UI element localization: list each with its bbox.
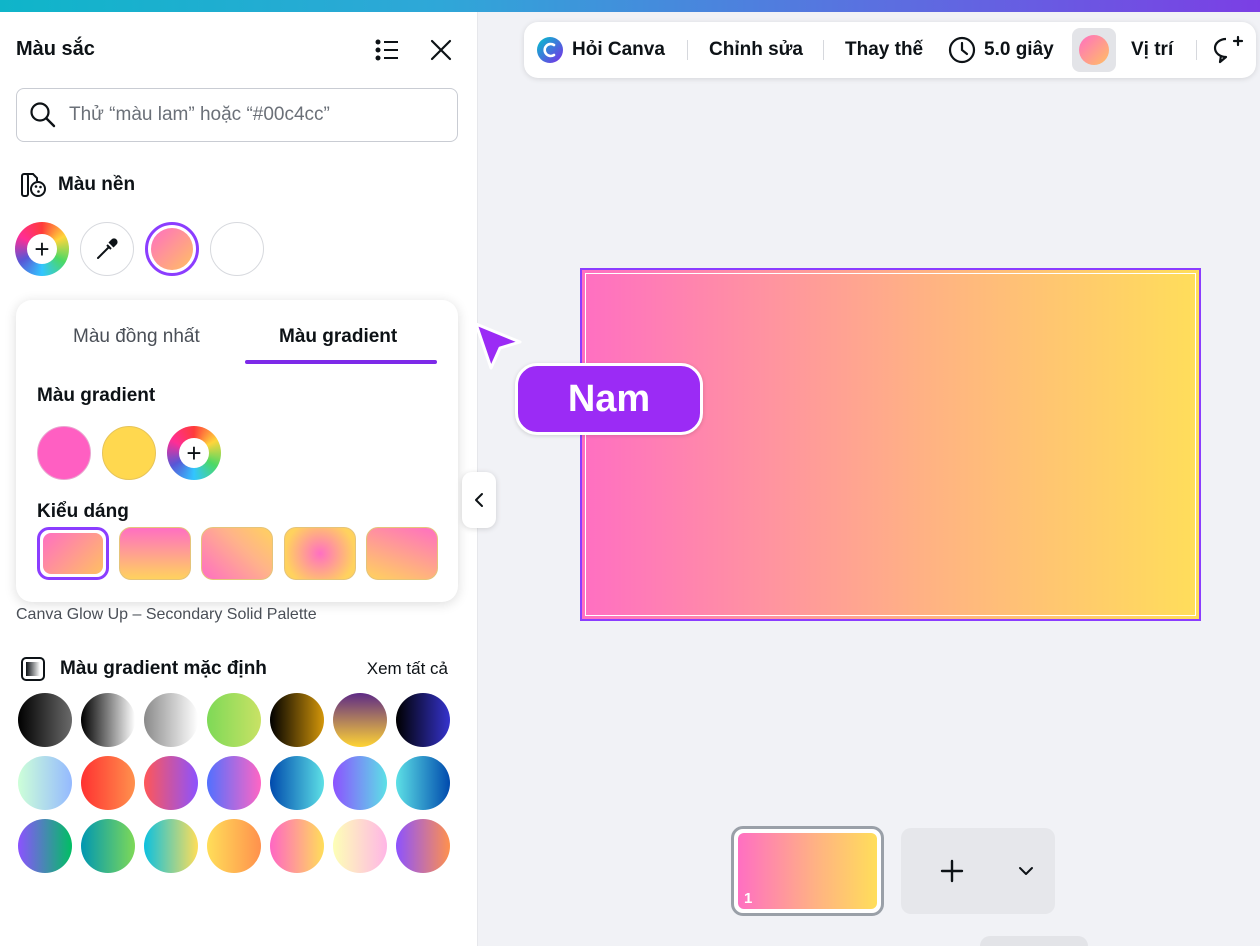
default-gradient-swatch[interactable] (81, 693, 135, 747)
collaborator-cursor-icon (474, 322, 522, 370)
color-panel: Màu sắc Màu nền + Màu đồng nhất Màu grad… (0, 12, 478, 946)
default-gradient-swatch[interactable] (144, 819, 198, 873)
toolbar-divider (1196, 40, 1197, 60)
default-gradients-label: Màu gradient mặc định (60, 658, 267, 679)
collaborator-name-tag: Nam (515, 363, 703, 435)
add-page-control (901, 828, 1055, 914)
search-icon (30, 102, 56, 128)
eyedropper-icon (97, 238, 118, 259)
ask-canva-button[interactable]: Hỏi Canva (536, 22, 665, 78)
collapse-panel-button[interactable] (462, 472, 496, 528)
edit-button[interactable]: Chỉnh sửa (709, 22, 803, 78)
default-gradient-swatch[interactable] (207, 693, 261, 747)
default-gradient-swatch[interactable] (144, 693, 198, 747)
default-gradient-swatch[interactable] (81, 819, 135, 873)
panel-title: Màu sắc (16, 38, 95, 60)
chevron-down-icon (1019, 867, 1033, 875)
design-canvas[interactable] (580, 268, 1201, 621)
default-gradient-swatch[interactable] (396, 819, 450, 873)
plus-icon (940, 859, 964, 883)
search-input[interactable] (69, 104, 429, 126)
default-gradient-swatch[interactable] (333, 756, 387, 810)
canvas-background (585, 273, 1196, 616)
color-search[interactable] (16, 88, 458, 142)
style-radial[interactable] (284, 527, 356, 580)
active-tab-indicator (245, 360, 437, 364)
add-color-button[interactable]: + (15, 222, 69, 276)
replace-button[interactable]: Thay thế (845, 22, 923, 78)
page-thumbnail-image: 1 (738, 833, 877, 909)
clock-icon (948, 36, 976, 64)
default-gradient-swatch[interactable] (18, 693, 72, 747)
gradient-color-yellow[interactable] (102, 426, 156, 480)
add-page-button[interactable] (937, 856, 967, 886)
list-view-icon[interactable] (372, 35, 402, 65)
style-diagonal-reverse[interactable] (201, 527, 273, 580)
comment-plus-icon (1213, 35, 1244, 64)
gradient-popover: Màu đồng nhất Màu gradient Màu gradient … (16, 300, 458, 602)
gradient-colors-label: Màu gradient (37, 385, 156, 406)
paint-bucket-icon (21, 173, 46, 197)
context-toolbar: Hỏi Canva Chỉnh sửa Thay thế 5.0 giây Vị… (524, 22, 1256, 78)
plus-icon: + (179, 438, 209, 468)
eyedropper-button[interactable] (80, 222, 134, 276)
duration-button[interactable]: 5.0 giây (948, 22, 1054, 78)
default-gradient-swatch[interactable] (396, 756, 450, 810)
background-section-label: Màu nền (58, 174, 136, 195)
chevron-left-icon (475, 493, 483, 507)
duration-label: 5.0 giây (984, 39, 1054, 60)
style-angled[interactable] (366, 527, 438, 580)
style-vertical[interactable] (119, 527, 191, 580)
default-gradient-swatch[interactable] (144, 756, 198, 810)
default-gradient-swatch[interactable] (333, 819, 387, 873)
plus-icon: + (27, 234, 57, 264)
selected-gradient-swatch[interactable] (145, 222, 199, 276)
add-gradient-color-button[interactable]: + (167, 426, 221, 480)
page-number: 1 (744, 890, 753, 907)
default-gradient-swatch[interactable] (396, 693, 450, 747)
default-gradient-swatch[interactable] (270, 693, 324, 747)
default-gradient-swatch[interactable] (207, 756, 261, 810)
canva-logo-icon (537, 37, 563, 63)
bottom-control[interactable] (980, 936, 1088, 946)
gradient-color-pink[interactable] (37, 426, 91, 480)
position-button[interactable]: Vị trí (1131, 22, 1173, 78)
default-gradient-swatch[interactable] (270, 756, 324, 810)
default-gradient-swatch[interactable] (270, 819, 324, 873)
see-all-link[interactable]: Xem tất cả (367, 659, 448, 679)
background-color-button[interactable] (1072, 28, 1116, 72)
add-comment-button[interactable] (1212, 22, 1244, 78)
style-label: Kiểu dáng (37, 501, 129, 522)
page-thumbnail[interactable]: 1 (731, 826, 884, 916)
style-diagonal[interactable] (37, 527, 109, 580)
default-gradients-header: Màu gradient mặc định Xem tất cả (20, 656, 448, 682)
tab-solid-color[interactable]: Màu đồng nhất (73, 326, 200, 348)
default-gradient-swatch[interactable] (18, 819, 72, 873)
toolbar-divider (823, 40, 824, 60)
background-section-header: Màu nền (18, 170, 135, 200)
default-gradient-swatch[interactable] (81, 756, 135, 810)
add-page-options-button[interactable] (1013, 858, 1039, 884)
toolbar-divider (687, 40, 688, 60)
default-gradient-swatch[interactable] (207, 819, 261, 873)
close-icon[interactable] (426, 35, 456, 65)
default-gradient-swatch[interactable] (18, 756, 72, 810)
gradient-icon (21, 657, 45, 681)
palette-caption: Canva Glow Up – Secondary Solid Palette (16, 606, 317, 623)
white-swatch[interactable] (210, 222, 264, 276)
top-accent-bar (0, 0, 1260, 12)
ask-canva-label: Hỏi Canva (572, 39, 665, 60)
tab-gradient[interactable]: Màu gradient (279, 326, 397, 348)
default-gradient-swatch[interactable] (333, 693, 387, 747)
current-color-swatch (1079, 35, 1109, 65)
